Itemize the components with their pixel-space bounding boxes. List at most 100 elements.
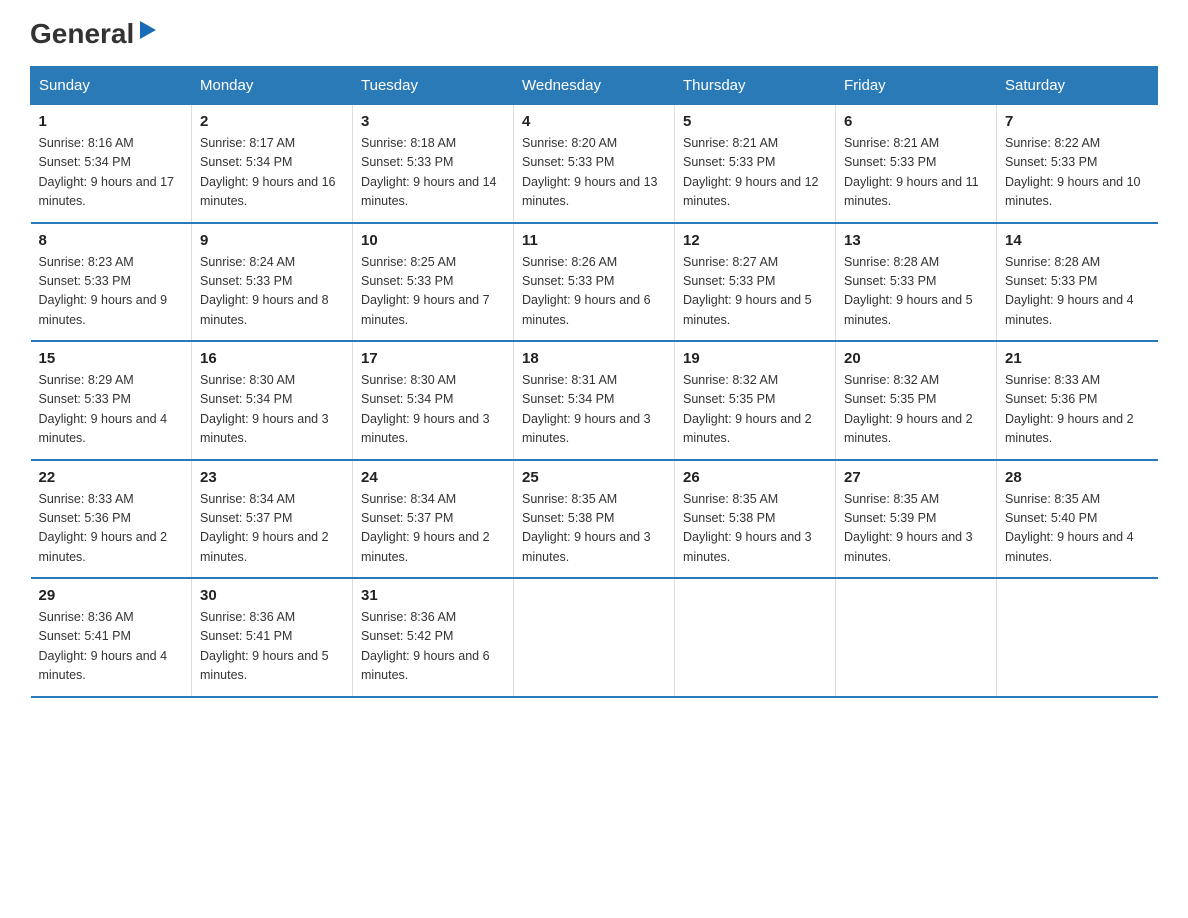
day-number: 16 (200, 350, 344, 367)
cell-sun-info: Sunrise: 8:18 AMSunset: 5:33 PMDaylight:… (361, 134, 505, 212)
cell-sun-info: Sunrise: 8:21 AMSunset: 5:33 PMDaylight:… (844, 134, 988, 212)
day-number: 20 (844, 350, 988, 367)
calendar-cell: 28Sunrise: 8:35 AMSunset: 5:40 PMDayligh… (997, 460, 1158, 579)
cell-sun-info: Sunrise: 8:32 AMSunset: 5:35 PMDaylight:… (844, 371, 988, 449)
calendar-cell: 9Sunrise: 8:24 AMSunset: 5:33 PMDaylight… (192, 223, 353, 342)
calendar-cell (997, 578, 1158, 697)
cell-sun-info: Sunrise: 8:21 AMSunset: 5:33 PMDaylight:… (683, 134, 827, 212)
calendar-cell: 8 Sunrise: 8:23 AMSunset: 5:33 PMDaylight… (31, 223, 192, 342)
day-number: 7 (1005, 113, 1150, 130)
cell-sun-info: Sunrise: 8:35 AMSunset: 5:38 PMDaylight:… (683, 490, 827, 568)
calendar-cell: 23 Sunrise: 8:34 AMSunset: 5:37 PMDayligh… (192, 460, 353, 579)
day-number: 23 (200, 469, 344, 486)
cell-sun-info: Sunrise: 8:22 AMSunset: 5:33 PMDaylight:… (1005, 134, 1150, 212)
cell-sun-info: Sunrise: 8:34 AMSunset: 5:37 PMDaylight:… (200, 490, 344, 568)
cell-sun-info: Sunrise: 8:23 AMSunset: 5:33 PMDaylight:… (39, 253, 184, 331)
cell-sun-info: Sunrise: 8:24 AMSunset: 5:33 PMDaylight:… (200, 253, 344, 331)
calendar-cell: 11 Sunrise: 8:26 AMSunset: 5:33 PMDayligh… (514, 223, 675, 342)
calendar-cell: 30 Sunrise: 8:36 AMSunset: 5:41 PMDayligh… (192, 578, 353, 697)
calendar-cell: 19 Sunrise: 8:32 AMSunset: 5:35 PMDayligh… (675, 341, 836, 460)
calendar-week-row: 8 Sunrise: 8:23 AMSunset: 5:33 PMDaylight… (31, 223, 1158, 342)
day-number: 22 (39, 469, 184, 486)
day-number: 5 (683, 113, 827, 130)
day-number: 6 (844, 113, 988, 130)
calendar-cell (675, 578, 836, 697)
weekday-header-sunday: Sunday (31, 67, 192, 105)
calendar-cell: 20 Sunrise: 8:32 AMSunset: 5:35 PMDayligh… (836, 341, 997, 460)
cell-sun-info: Sunrise: 8:20 AMSunset: 5:33 PMDaylight:… (522, 134, 666, 212)
weekday-header-tuesday: Tuesday (353, 67, 514, 105)
cell-sun-info: Sunrise: 8:30 AMSunset: 5:34 PMDaylight:… (361, 371, 505, 449)
cell-sun-info: Sunrise: 8:28 AMSunset: 5:33 PMDaylight:… (844, 253, 988, 331)
calendar-cell (836, 578, 997, 697)
cell-sun-info: Sunrise: 8:30 AMSunset: 5:34 PMDaylight:… (200, 371, 344, 449)
cell-sun-info: Sunrise: 8:36 AMSunset: 5:41 PMDaylight:… (200, 608, 344, 686)
cell-sun-info: Sunrise: 8:32 AMSunset: 5:35 PMDaylight:… (683, 371, 827, 449)
cell-sun-info: Sunrise: 8:31 AMSunset: 5:34 PMDaylight:… (522, 371, 666, 449)
day-number: 18 (522, 350, 666, 367)
cell-sun-info: Sunrise: 8:35 AMSunset: 5:40 PMDaylight:… (1005, 490, 1150, 568)
calendar-cell: 31 Sunrise: 8:36 AMSunset: 5:42 PMDayligh… (353, 578, 514, 697)
day-number: 25 (522, 469, 666, 486)
calendar-cell: 1Sunrise: 8:16 AMSunset: 5:34 PMDaylight… (31, 105, 192, 223)
calendar-week-row: 22 Sunrise: 8:33 AMSunset: 5:36 PMDayligh… (31, 460, 1158, 579)
day-number: 24 (361, 469, 505, 486)
day-number: 30 (200, 587, 344, 604)
day-number: 3 (361, 113, 505, 130)
calendar-cell: 5 Sunrise: 8:21 AMSunset: 5:33 PMDaylight… (675, 105, 836, 223)
day-number: 8 (39, 232, 184, 249)
calendar-cell: 13Sunrise: 8:28 AMSunset: 5:33 PMDayligh… (836, 223, 997, 342)
calendar-cell: 25 Sunrise: 8:35 AMSunset: 5:38 PMDayligh… (514, 460, 675, 579)
day-number: 17 (361, 350, 505, 367)
day-number: 2 (200, 113, 344, 130)
calendar-cell: 14 Sunrise: 8:28 AMSunset: 5:33 PMDayligh… (997, 223, 1158, 342)
calendar-cell: 21Sunrise: 8:33 AMSunset: 5:36 PMDayligh… (997, 341, 1158, 460)
cell-sun-info: Sunrise: 8:25 AMSunset: 5:33 PMDaylight:… (361, 253, 505, 331)
day-number: 4 (522, 113, 666, 130)
day-number: 12 (683, 232, 827, 249)
cell-sun-info: Sunrise: 8:29 AMSunset: 5:33 PMDaylight:… (39, 371, 184, 449)
calendar-cell: 26Sunrise: 8:35 AMSunset: 5:38 PMDayligh… (675, 460, 836, 579)
weekday-header-saturday: Saturday (997, 67, 1158, 105)
day-number: 15 (39, 350, 184, 367)
day-number: 10 (361, 232, 505, 249)
day-number: 11 (522, 232, 666, 249)
calendar-cell: 6 Sunrise: 8:21 AMSunset: 5:33 PMDaylight… (836, 105, 997, 223)
day-number: 19 (683, 350, 827, 367)
cell-sun-info: Sunrise: 8:17 AMSunset: 5:34 PMDaylight:… (200, 134, 344, 212)
calendar-cell: 10 Sunrise: 8:25 AMSunset: 5:33 PMDayligh… (353, 223, 514, 342)
cell-sun-info: Sunrise: 8:28 AMSunset: 5:33 PMDaylight:… (1005, 253, 1150, 331)
logo: General (30, 20, 158, 46)
cell-sun-info: Sunrise: 8:34 AMSunset: 5:37 PMDaylight:… (361, 490, 505, 568)
cell-sun-info: Sunrise: 8:35 AMSunset: 5:38 PMDaylight:… (522, 490, 666, 568)
calendar-week-row: 1Sunrise: 8:16 AMSunset: 5:34 PMDaylight… (31, 105, 1158, 223)
weekday-header-row: SundayMondayTuesdayWednesdayThursdayFrid… (31, 67, 1158, 105)
cell-sun-info: Sunrise: 8:35 AMSunset: 5:39 PMDaylight:… (844, 490, 988, 568)
weekday-header-friday: Friday (836, 67, 997, 105)
calendar-cell: 17 Sunrise: 8:30 AMSunset: 5:34 PMDayligh… (353, 341, 514, 460)
cell-sun-info: Sunrise: 8:36 AMSunset: 5:41 PMDaylight:… (39, 608, 184, 686)
calendar-cell: 22 Sunrise: 8:33 AMSunset: 5:36 PMDayligh… (31, 460, 192, 579)
calendar-cell: 4 Sunrise: 8:20 AMSunset: 5:33 PMDaylight… (514, 105, 675, 223)
day-number: 14 (1005, 232, 1150, 249)
calendar-week-row: 29Sunrise: 8:36 AMSunset: 5:41 PMDayligh… (31, 578, 1158, 697)
calendar-cell: 29Sunrise: 8:36 AMSunset: 5:41 PMDayligh… (31, 578, 192, 697)
cell-sun-info: Sunrise: 8:36 AMSunset: 5:42 PMDaylight:… (361, 608, 505, 686)
cell-sun-info: Sunrise: 8:26 AMSunset: 5:33 PMDaylight:… (522, 253, 666, 331)
weekday-header-wednesday: Wednesday (514, 67, 675, 105)
cell-sun-info: Sunrise: 8:27 AMSunset: 5:33 PMDaylight:… (683, 253, 827, 331)
calendar-week-row: 15 Sunrise: 8:29 AMSunset: 5:33 PMDayligh… (31, 341, 1158, 460)
logo-general: General (30, 20, 134, 48)
calendar-cell: 2 Sunrise: 8:17 AMSunset: 5:34 PMDaylight… (192, 105, 353, 223)
calendar-cell: 12 Sunrise: 8:27 AMSunset: 5:33 PMDayligh… (675, 223, 836, 342)
calendar-cell: 15 Sunrise: 8:29 AMSunset: 5:33 PMDayligh… (31, 341, 192, 460)
cell-sun-info: Sunrise: 8:33 AMSunset: 5:36 PMDaylight:… (39, 490, 184, 568)
day-number: 21 (1005, 350, 1150, 367)
day-number: 27 (844, 469, 988, 486)
calendar-cell: 18 Sunrise: 8:31 AMSunset: 5:34 PMDayligh… (514, 341, 675, 460)
calendar-cell: 16 Sunrise: 8:30 AMSunset: 5:34 PMDayligh… (192, 341, 353, 460)
day-number: 31 (361, 587, 505, 604)
logo-triangle-icon (136, 19, 158, 41)
calendar-cell: 27 Sunrise: 8:35 AMSunset: 5:39 PMDayligh… (836, 460, 997, 579)
cell-sun-info: Sunrise: 8:16 AMSunset: 5:34 PMDaylight:… (39, 134, 184, 212)
